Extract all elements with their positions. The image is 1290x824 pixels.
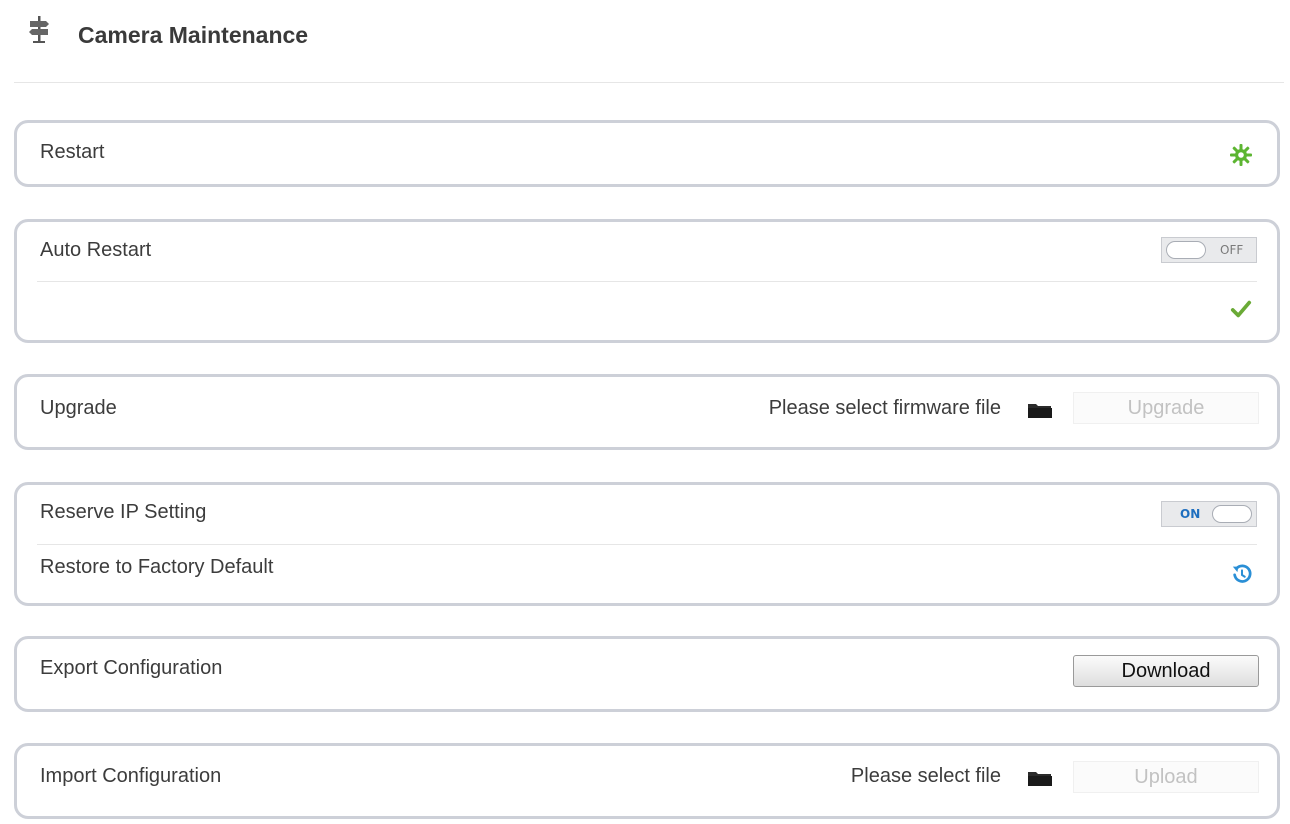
import-label: Import Configuration	[40, 765, 222, 787]
toggle-state-label: OFF	[1220, 243, 1244, 257]
divider	[37, 281, 1257, 282]
restart-label: Restart	[40, 141, 105, 163]
restart-panel: Restart	[14, 120, 1280, 187]
reserve-ip-toggle[interactable]: ON	[1161, 501, 1257, 527]
page-header: Camera Maintenance	[14, 0, 1284, 83]
factory-default-label: Restore to Factory Default	[40, 556, 274, 578]
download-button[interactable]: Download	[1073, 655, 1259, 687]
restore-icon[interactable]	[1231, 563, 1253, 585]
restart-gear-icon[interactable]	[1229, 143, 1253, 167]
upgrade-label: Upgrade	[40, 397, 117, 419]
factory-panel: Reserve IP Setting ON Restore to Factory…	[14, 482, 1280, 606]
auto-restart-toggle[interactable]: OFF	[1161, 237, 1257, 263]
divider	[37, 544, 1257, 545]
firmware-file-label: Please select firmware file	[768, 397, 1001, 419]
import-file-label: Please select file	[850, 765, 1001, 787]
toggle-knob	[1166, 241, 1206, 259]
reserve-ip-label: Reserve IP Setting	[40, 501, 207, 523]
signpost-icon	[29, 16, 49, 43]
folder-icon[interactable]	[1027, 400, 1053, 420]
auto-restart-label: Auto Restart	[40, 239, 152, 261]
import-panel: Import Configuration Please select file …	[14, 743, 1280, 819]
upgrade-panel: Upgrade Please select firmware file Upgr…	[14, 374, 1280, 450]
page-title: Camera Maintenance	[78, 22, 309, 48]
check-icon[interactable]	[1229, 298, 1253, 320]
export-panel: Export Configuration Download	[14, 636, 1280, 712]
upload-button[interactable]: Upload	[1073, 761, 1259, 793]
toggle-state-label: ON	[1180, 507, 1201, 521]
upgrade-button[interactable]: Upgrade	[1073, 392, 1259, 424]
auto-restart-panel: Auto Restart OFF	[14, 219, 1280, 343]
export-label: Export Configuration	[40, 657, 223, 679]
folder-icon[interactable]	[1027, 768, 1053, 788]
toggle-knob	[1212, 505, 1252, 523]
